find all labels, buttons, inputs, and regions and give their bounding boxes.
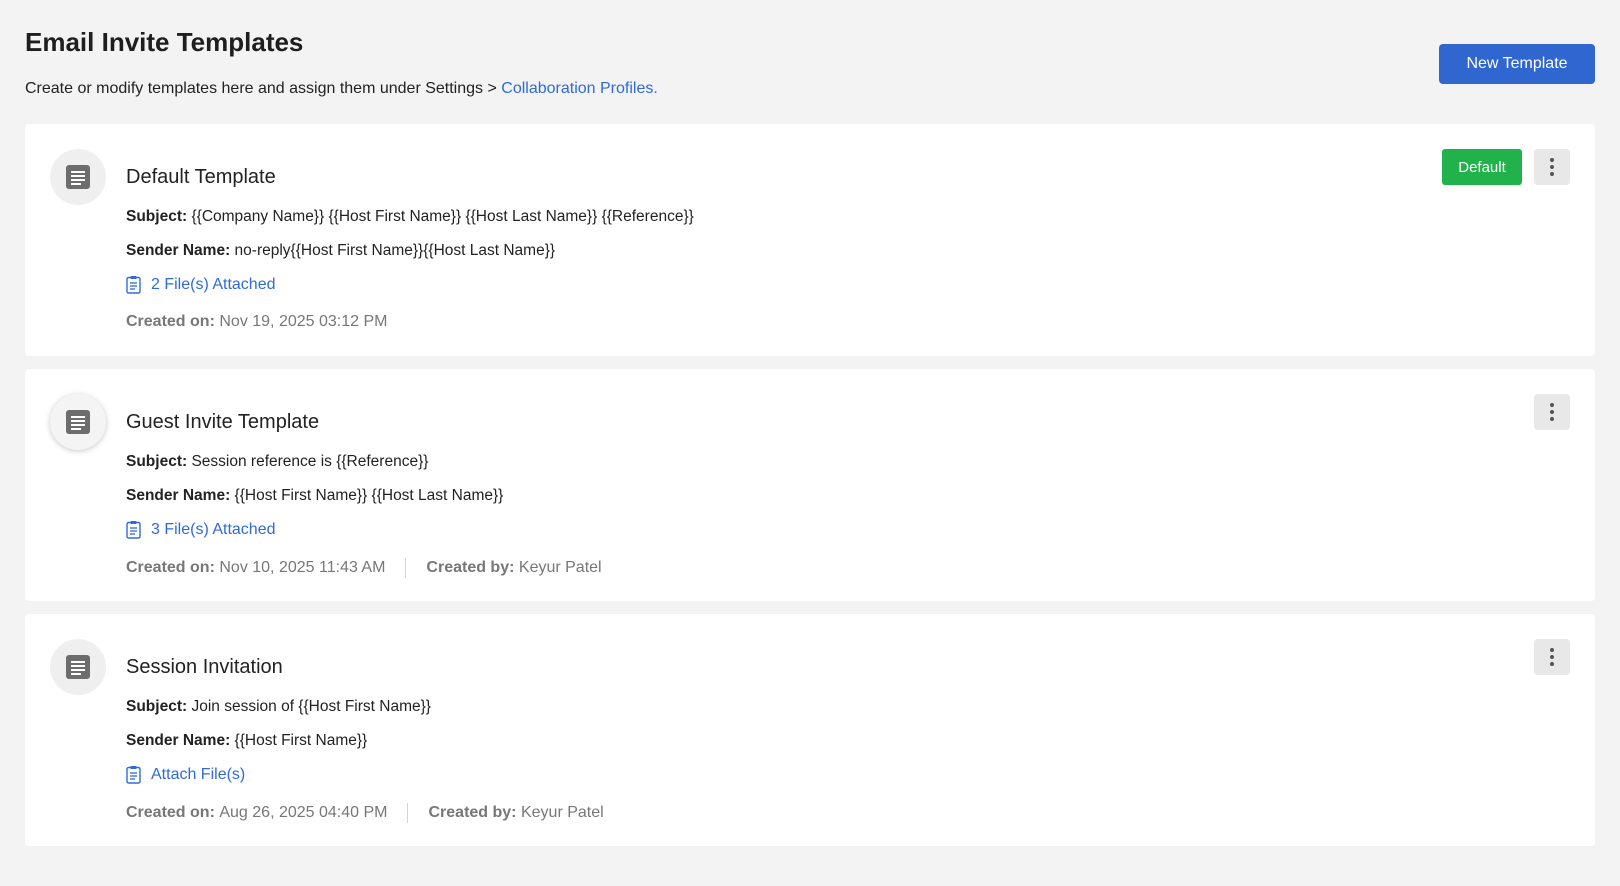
- document-icon: [66, 655, 90, 679]
- template-subject: Subject: {{Company Name}} {{Host First N…: [126, 208, 694, 226]
- template-avatar: [50, 149, 106, 205]
- meta-divider: [407, 803, 409, 823]
- more-menu-button[interactable]: [1534, 394, 1570, 430]
- template-card: Session Invitation Subject: Join session…: [25, 614, 1595, 846]
- more-vertical-icon: [1550, 403, 1554, 407]
- template-subject: Subject: Join session of {{Host First Na…: [126, 698, 431, 716]
- document-icon: [66, 165, 90, 189]
- template-meta: Created on: Nov 19, 2025 03:12 PM: [126, 313, 387, 331]
- more-vertical-icon: [1550, 158, 1554, 162]
- attachments-link[interactable]: 3 File(s) Attached: [126, 521, 276, 539]
- page-header: Email Invite Templates Create or modify …: [25, 0, 1595, 120]
- sender-value: no-reply{{Host First Name}}{{Host Last N…: [234, 242, 556, 259]
- page-title: Email Invite Templates: [25, 27, 304, 57]
- attachments-link[interactable]: 2 File(s) Attached: [126, 276, 276, 294]
- template-sender: Sender Name: no-reply{{Host First Name}}…: [126, 242, 555, 260]
- created-on-label: Created on:: [126, 804, 215, 821]
- created-by-value: Keyur Patel: [520, 804, 604, 821]
- subject-value: Join session of {{Host First Name}}: [191, 698, 431, 715]
- attachment-list-icon: [126, 766, 141, 784]
- sender-value: {{Host First Name}}: [234, 732, 368, 749]
- created-by-label: Created by:: [426, 559, 515, 576]
- created-on-label: Created on:: [126, 313, 215, 330]
- description-text: Create or modify templates here and assi…: [25, 80, 502, 97]
- attach-files-link[interactable]: Attach File(s): [126, 766, 245, 784]
- default-badge: Default: [1442, 149, 1522, 185]
- template-card: Default Template Subject: {{Company Name…: [25, 124, 1595, 356]
- attachment-list-icon: [126, 521, 141, 539]
- sender-label: Sender Name:: [126, 732, 231, 749]
- subject-label: Subject:: [126, 453, 188, 470]
- template-sender: Sender Name: {{Host First Name}} {{Host …: [126, 487, 503, 505]
- created-on-label: Created on:: [126, 559, 215, 576]
- attachments-label: 3 File(s) Attached: [151, 521, 276, 538]
- template-subject: Subject: Session reference is {{Referenc…: [126, 453, 428, 471]
- sender-label: Sender Name:: [126, 487, 231, 504]
- template-name: Guest Invite Template: [126, 411, 320, 433]
- sender-value: {{Host First Name}} {{Host Last Name}}: [234, 487, 504, 504]
- attachments-label: 2 File(s) Attached: [151, 276, 276, 293]
- subject-value: {{Company Name}} {{Host First Name}} {{H…: [191, 208, 694, 225]
- more-menu-button[interactable]: [1534, 639, 1570, 675]
- template-card: Guest Invite Template Subject: Session r…: [25, 369, 1595, 601]
- template-sender: Sender Name: {{Host First Name}}: [126, 732, 367, 750]
- created-by-label: Created by:: [428, 804, 517, 821]
- meta-divider: [405, 558, 407, 578]
- created-on-value: Nov 10, 2025 11:43 AM: [219, 559, 386, 576]
- created-by-value: Keyur Patel: [518, 559, 602, 576]
- more-vertical-icon: [1550, 648, 1554, 652]
- template-name: Session Invitation: [126, 656, 283, 678]
- template-name: Default Template: [126, 166, 276, 188]
- subject-value: Session reference is {{Reference}}: [191, 453, 429, 470]
- document-icon: [66, 410, 90, 434]
- page-description: Create or modify templates here and assi…: [25, 80, 658, 98]
- template-avatar: [50, 394, 106, 450]
- attachment-list-icon: [126, 276, 141, 294]
- created-on-value: Aug 26, 2025 04:40 PM: [219, 804, 388, 821]
- template-meta: Created on: Aug 26, 2025 04:40 PM Create…: [126, 803, 604, 823]
- sender-label: Sender Name:: [126, 242, 231, 259]
- template-avatar: [50, 639, 106, 695]
- more-menu-button[interactable]: [1534, 149, 1570, 185]
- created-on-value: Nov 19, 2025 03:12 PM: [219, 313, 388, 330]
- attachments-label: Attach File(s): [151, 766, 246, 783]
- template-meta: Created on: Nov 10, 2025 11:43 AM Create…: [126, 558, 602, 578]
- subject-label: Subject:: [126, 698, 188, 715]
- collaboration-profiles-link[interactable]: Collaboration Profiles.: [501, 80, 658, 97]
- new-template-button[interactable]: New Template: [1439, 44, 1595, 84]
- subject-label: Subject:: [126, 208, 188, 225]
